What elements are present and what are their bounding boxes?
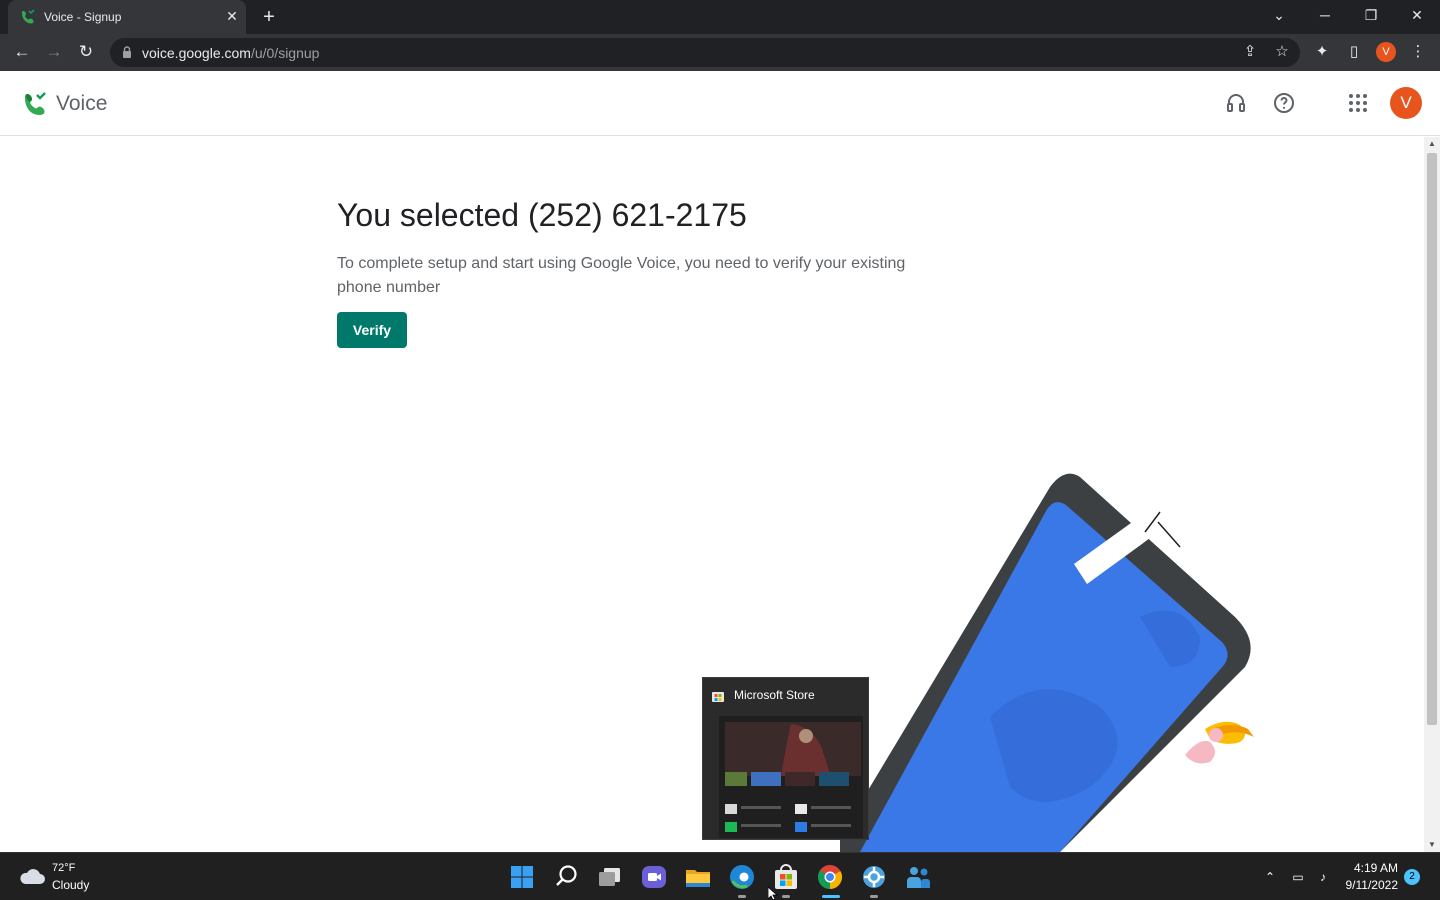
- lock-icon: [123, 46, 131, 58]
- app-title: Voice: [56, 92, 108, 115]
- app-header: Voice V: [0, 71, 1440, 136]
- forward-icon[interactable]: →: [42, 40, 66, 64]
- edge-running-indicator: [738, 895, 746, 898]
- weather-description: Cloudy: [52, 878, 90, 892]
- notification-badge[interactable]: 2: [1404, 869, 1420, 885]
- back-icon[interactable]: ←: [10, 40, 34, 64]
- scroll-down-icon[interactable]: ▼: [1424, 838, 1440, 852]
- tab-search-icon[interactable]: ⌄: [1266, 4, 1292, 26]
- browser-tab-voice[interactable]: Voice - Signup ✕: [8, 0, 246, 34]
- start-button[interactable]: [506, 861, 538, 893]
- preview-thumbnail: [711, 716, 863, 838]
- address-bar[interactable]: voice.google.com/u/0/signup ⇪ ☆: [110, 38, 1300, 67]
- scrollbar-thumb[interactable]: [1427, 153, 1437, 725]
- apps-grid-icon[interactable]: [1346, 91, 1370, 115]
- browser-toolbar: ← → ↻ voice.google.com/u/0/signup ⇪ ☆ ✦ …: [0, 34, 1440, 71]
- mouse-cursor-icon: [768, 887, 778, 900]
- voice-favicon-icon: [22, 9, 35, 24]
- bookmark-star-icon[interactable]: ☆: [1272, 42, 1292, 62]
- chrome-active-indicator: [822, 895, 840, 898]
- file-explorer-icon: [686, 870, 710, 887]
- extensions-puzzle-icon[interactable]: ✦: [1312, 42, 1332, 62]
- task-view-icon: [599, 868, 620, 886]
- restore-icon[interactable]: ❐: [1358, 4, 1384, 26]
- taskbar-teams[interactable]: [902, 861, 934, 893]
- teams-chat-icon: [642, 866, 666, 888]
- taskbar-preview-microsoft-store[interactable]: Microsoft Store: [702, 677, 869, 840]
- url-path: /u/0/signup: [250, 45, 320, 61]
- cloudy-weather-icon[interactable]: [18, 865, 46, 887]
- taskbar-settings-app[interactable]: [858, 861, 890, 893]
- reload-icon[interactable]: ↻: [74, 40, 98, 64]
- tab-close-icon[interactable]: ✕: [224, 8, 240, 24]
- task-view-button[interactable]: [594, 861, 626, 893]
- new-tab-button[interactable]: +: [258, 6, 280, 28]
- side-panel-icon[interactable]: ▯: [1344, 42, 1364, 62]
- url-text: voice.google.com/u/0/signup: [142, 45, 319, 61]
- taskbar-search-button[interactable]: [550, 861, 582, 893]
- setup-description: To complete setup and start using Google…: [337, 255, 906, 296]
- support-headset-icon[interactable]: [1224, 91, 1248, 115]
- weather-temperature: 72°F: [52, 862, 76, 874]
- taskbar-chrome[interactable]: [814, 861, 846, 893]
- store-running-indicator: [782, 895, 790, 898]
- taskbar-file-explorer[interactable]: [682, 861, 714, 893]
- page-scrollbar[interactable]: ▲ ▼: [1424, 137, 1440, 852]
- scroll-up-icon[interactable]: ▲: [1424, 137, 1440, 151]
- phone-pool-illustration: [840, 473, 1254, 852]
- browser-profile-avatar[interactable]: V: [1376, 42, 1396, 62]
- windows-start-icon: [511, 866, 533, 888]
- network-icon[interactable]: ▭: [1289, 868, 1307, 886]
- settings-running-indicator: [870, 895, 878, 898]
- chrome-icon: [818, 865, 843, 889]
- search-icon: [556, 865, 577, 886]
- url-host: voice.google.com: [142, 45, 251, 61]
- verify-button[interactable]: Verify: [337, 312, 407, 348]
- taskbar-teams-chat[interactable]: [638, 861, 670, 893]
- windows-taskbar: 72°F Cloudy ⌃ ▭ ♪ 4:19 AM 9/11/2022 2: [0, 852, 1440, 900]
- window-close-icon[interactable]: ✕: [1404, 4, 1430, 26]
- minimize-icon[interactable]: ─: [1312, 4, 1338, 26]
- show-hidden-icons-chevron-icon[interactable]: ⌃: [1261, 868, 1279, 886]
- page-title: You selected (252) 621-2175: [337, 197, 747, 233]
- account-avatar[interactable]: V: [1390, 87, 1422, 119]
- help-icon[interactable]: [1272, 91, 1296, 115]
- browser-tab-strip: Voice - Signup ✕ + ⌄ ─ ❐ ✕: [0, 0, 1440, 34]
- taskbar-edge[interactable]: [726, 861, 758, 893]
- teams-people-icon: [907, 867, 930, 888]
- tab-title: Voice - Signup: [44, 10, 122, 24]
- volume-muted-icon[interactable]: ♪: [1314, 868, 1332, 886]
- voice-logo-icon[interactable]: [22, 91, 50, 119]
- clock-time[interactable]: 4:19 AM: [1352, 861, 1398, 875]
- clock-date[interactable]: 9/11/2022: [1340, 878, 1399, 892]
- edge-browser-icon: [730, 865, 754, 889]
- browser-menu-icon[interactable]: ⋮: [1408, 42, 1428, 62]
- share-icon[interactable]: ⇪: [1240, 42, 1260, 62]
- microsoft-store-icon: [712, 692, 724, 702]
- settings-gear-icon: [863, 866, 885, 888]
- preview-title: Microsoft Store: [734, 688, 815, 702]
